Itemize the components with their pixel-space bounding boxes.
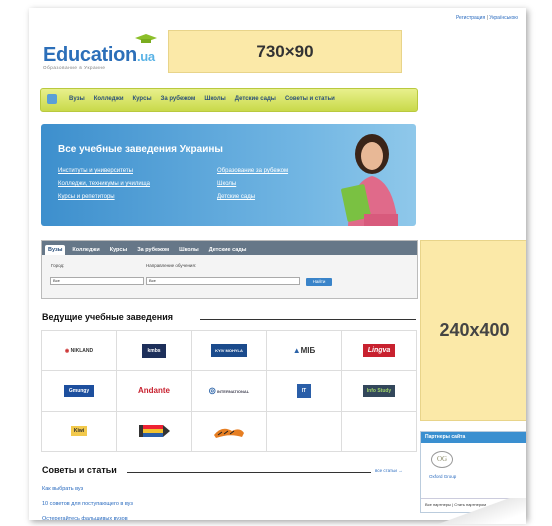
city-select[interactable]: Все	[50, 277, 144, 285]
nav-item-schools[interactable]: Школы	[204, 96, 225, 102]
logo-it-school[interactable]: IT	[267, 371, 342, 412]
hero-title: Все учебные заведения Украины	[58, 144, 223, 155]
logo-cat[interactable]	[192, 411, 267, 452]
hero-banner: Все учебные заведения Украины Институты …	[41, 124, 416, 226]
site-logo[interactable]: Education.ua Образование в Украине	[43, 34, 157, 70]
logo-lingva[interactable]: Lingva	[342, 331, 417, 372]
logo-mib[interactable]: ▲МІБ	[267, 331, 342, 372]
logo-pencil[interactable]	[117, 411, 192, 452]
nav-item-articles[interactable]: Советы и статьи	[285, 96, 335, 102]
hero-link-institutes[interactable]: Институты и университеты	[58, 165, 150, 178]
article-link-choose-university[interactable]: Как выбрать вуз	[42, 482, 133, 497]
top-ad-banner[interactable]: 730×90	[168, 30, 402, 73]
article-link-fake-universities[interactable]: Остерегайтесь фальшивых вузов	[42, 512, 133, 520]
student-photo	[341, 134, 398, 226]
logo-andante[interactable]: Andante	[117, 371, 192, 412]
logo-info-study[interactable]: Info Study	[342, 371, 417, 412]
hero-link-abroad[interactable]: Образование за рубежом	[217, 165, 288, 178]
logo-kyiv-mohyla[interactable]: KYIV MOHYLA	[192, 331, 267, 372]
logo-text: Education	[43, 44, 137, 66]
tab-colleges[interactable]: Колледжи	[69, 245, 102, 255]
nav-item-colleges[interactable]: Колледжи	[94, 96, 124, 102]
logo-international[interactable]: ◎ INTERNATIONAL	[192, 371, 267, 412]
home-icon[interactable]	[47, 94, 57, 104]
nav-item-abroad[interactable]: За рубежом	[161, 96, 196, 102]
tab-universities[interactable]: Вузы	[45, 245, 66, 255]
search-tabs: Вузы Колледжи Курсы За рубежом Школы Дет…	[42, 241, 417, 255]
language-link[interactable]: Українською	[489, 15, 518, 21]
logo-empty-2	[342, 411, 417, 452]
article-link-10-tips[interactable]: 10 советов для поступающего в вуз	[42, 497, 133, 512]
page-sheet: Регистрация | Українською Education.ua О…	[29, 8, 526, 520]
lang-separator: |	[486, 15, 488, 21]
page-curl-shadow	[400, 498, 526, 524]
oxford-group-link[interactable]: Oxford Group	[429, 474, 456, 479]
hero-link-kindergartens[interactable]: Детские сады	[217, 191, 288, 204]
tab-schools[interactable]: Школы	[176, 245, 202, 255]
city-label: Город:	[51, 263, 65, 268]
login-link[interactable]: Регистрация	[456, 15, 485, 21]
leading-divider	[200, 319, 416, 320]
logo-kiwi[interactable]: Kiwi	[42, 411, 117, 452]
all-articles-link[interactable]: все статьи →	[375, 468, 403, 473]
cat-icon	[214, 429, 244, 439]
logo-gmungy[interactable]: Gmungy	[42, 371, 117, 412]
oxford-group-logo[interactable]: OG	[431, 451, 453, 468]
nav-item-kindergartens[interactable]: Детские сады	[235, 96, 276, 102]
advice-divider	[127, 472, 371, 473]
logo-nikland[interactable]: ◉ NIKLAND	[42, 331, 117, 372]
search-form: Вузы Колледжи Курсы За рубежом Школы Дет…	[41, 240, 418, 299]
logo-kmbs[interactable]: kmbs	[117, 331, 192, 372]
hero-link-courses[interactable]: Курсы и репетиторы	[58, 191, 150, 204]
main-navigation: Вузы Колледжи Курсы За рубежом Школы Дет…	[40, 88, 418, 112]
nav-item-courses[interactable]: Курсы	[133, 96, 152, 102]
logo-empty-1	[267, 411, 342, 452]
tab-courses[interactable]: Курсы	[107, 245, 130, 255]
pencil-icon	[139, 425, 170, 438]
search-button[interactable]: Найти	[306, 278, 332, 286]
advice-section-title: Советы и статьи	[42, 465, 117, 475]
direction-select[interactable]: Все	[146, 277, 300, 285]
partners-title: Партнеры сайта	[421, 432, 526, 443]
hero-link-schools[interactable]: Школы	[217, 178, 288, 191]
hero-link-colleges[interactable]: Колледжи, техникумы и училища	[58, 178, 150, 191]
graduation-cap-icon	[135, 34, 157, 43]
tab-kindergartens[interactable]: Детские сады	[206, 245, 250, 255]
direction-label: Направление обучения:	[146, 263, 197, 268]
side-ad-banner[interactable]: 240x400	[420, 240, 526, 421]
top-links: Регистрация | Українською	[456, 15, 518, 21]
logo-suffix: .ua	[136, 49, 155, 64]
institution-logos: ◉ NIKLAND kmbs KYIV MOHYLA ▲МІБ Lingva G…	[41, 330, 417, 452]
tab-abroad[interactable]: За рубежом	[134, 245, 172, 255]
nav-item-universities[interactable]: Вузы	[69, 96, 85, 102]
leading-section-title: Ведущие учебные заведения	[42, 312, 173, 322]
